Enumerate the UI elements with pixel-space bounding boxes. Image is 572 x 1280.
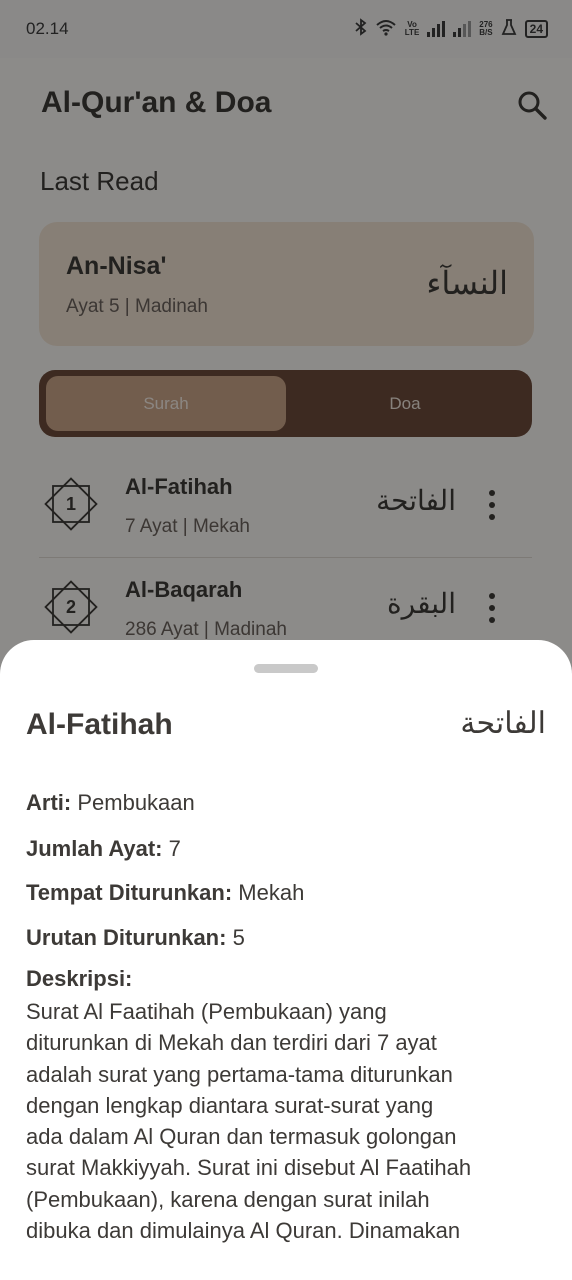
field-label: Jumlah Ayat: [26,836,163,861]
drag-handle[interactable] [254,664,318,673]
detail-tempat-diturunkan: Tempat Diturunkan: Mekah [26,880,304,906]
field-value: Pembukaan [77,790,195,815]
sheet-title: Al-Fatihah [26,708,173,741]
field-value: 7 [168,836,181,861]
sheet-arabic-title: الفاتحة [460,706,546,741]
description-text: Surat Al Faatihah (Pembukaan) yang ditur… [26,999,472,1244]
field-label: Arti: [26,790,72,815]
field-value: Mekah [238,880,305,905]
field-value: 5 [232,925,245,950]
surah-detail-sheet: Al-Fatihah الفاتحة Arti: Pembukaan Jumla… [0,640,572,1280]
description-label: Deskripsi: [26,966,133,991]
detail-arti: Arti: Pembukaan [26,790,195,816]
field-label: Tempat Diturunkan: [26,880,233,905]
detail-urutan-diturunkan: Urutan Diturunkan: 5 [26,925,245,951]
field-label: Urutan Diturunkan: [26,925,227,950]
detail-jumlah-ayat: Jumlah Ayat: 7 [26,836,181,862]
